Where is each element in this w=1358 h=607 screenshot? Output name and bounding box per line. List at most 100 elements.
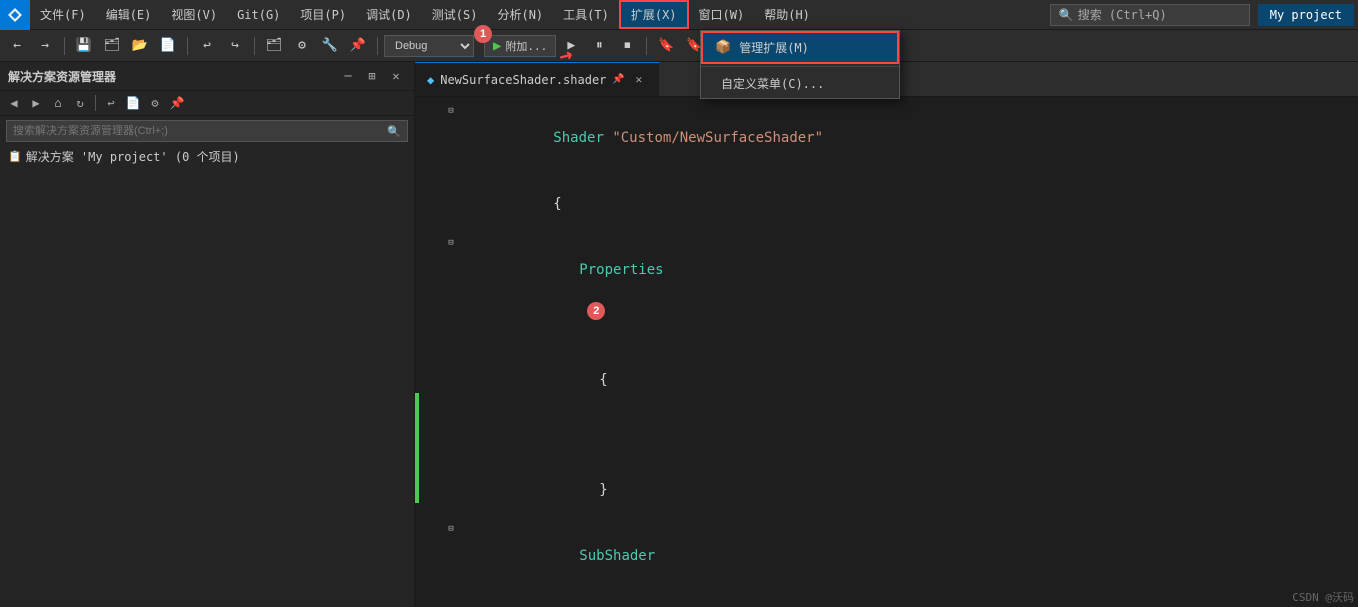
code-line-3: ⊟ Properties 2 — [415, 237, 1358, 347]
fold-btn-1[interactable]: ⊟ — [445, 105, 457, 117]
git-button[interactable]: ⚙ — [289, 34, 315, 58]
sidebar-item-solution[interactable]: 📋 解决方案 'My project' (0 个项目) — [0, 146, 414, 167]
menu-help[interactable]: 帮助(H) — [754, 0, 820, 29]
sidebar-close-button[interactable]: ✕ — [386, 66, 406, 86]
sidebar-pin2-btn[interactable]: 📌 — [167, 93, 187, 113]
sidebar-search-input[interactable] — [13, 125, 387, 137]
sidebar-toolbar: ◀ ▶ ⌂ ↻ ↩ 📄 ⚙ 📌 — [0, 91, 414, 116]
menu-tools[interactable]: 工具(T) — [553, 0, 619, 29]
editor-area: ◆ NewSurfaceShader.shader 📌 ✕ ⊟ Shader "… — [415, 62, 1358, 607]
sidebar-back-btn[interactable]: ◀ — [4, 93, 24, 113]
dropdown-manage-extensions[interactable]: 📦 管理扩展(M) — [701, 31, 899, 64]
run-icon: ▶ — [493, 38, 501, 54]
title-right: 🔍 搜索 (Ctrl+Q) My project — [1050, 4, 1358, 26]
menu-bar: 文件(F) 编辑(E) 视图(V) Git(G) 项目(P) 调试(D) 测试(… — [30, 0, 1050, 29]
code-line-2: { — [415, 171, 1358, 237]
dropdown-sep — [701, 66, 899, 67]
change-indicator — [415, 393, 419, 503]
sidebar-header-icons: ─ ⊞ ✕ — [338, 66, 406, 86]
code-line-5 — [415, 413, 1358, 435]
sidebar-home-btn[interactable]: ⌂ — [48, 93, 68, 113]
menu-window[interactable]: 窗口(W) — [689, 0, 755, 29]
search-placeholder-text: 搜索 (Ctrl+Q) — [1078, 6, 1167, 23]
tab-shader[interactable]: ◆ NewSurfaceShader.shader 📌 ✕ — [415, 62, 660, 96]
sidebar-undo-btn[interactable]: ↩ — [101, 93, 121, 113]
sidebar-item-label: 解决方案 'My project' (0 个项目) — [26, 148, 240, 165]
dropdown-customize-menu[interactable]: 自定义菜单(C)... — [701, 69, 899, 98]
code-line-9: { — [415, 589, 1358, 607]
sidebar: 解决方案资源管理器 ─ ⊞ ✕ ◀ ▶ ⌂ ↻ ↩ 📄 ⚙ 📌 🔍 📋 — [0, 62, 415, 607]
menu-project[interactable]: 项目(P) — [290, 0, 356, 29]
fold-btn-8[interactable]: ⊟ — [445, 523, 457, 535]
code-content-3: Properties 2 — [465, 237, 1358, 347]
save-all-button[interactable]: 🗂 — [99, 34, 125, 58]
forward-button[interactable]: → — [32, 34, 58, 58]
toolbar: ← → 💾 🗂 📂 📄 ↩ ↪ 🗂 ⚙ 🔧 📌 Debug Release ▶ … — [0, 30, 1358, 62]
badge-2: 2 — [587, 302, 605, 320]
sidebar-search-icon: 🔍 — [387, 125, 401, 138]
sidebar-title: 解决方案资源管理器 — [8, 68, 116, 85]
code-content-8: SubShader — [465, 523, 1358, 589]
new-file-button[interactable]: 📄 — [155, 34, 181, 58]
code-content-2: { — [465, 171, 1358, 237]
back-button[interactable]: ← — [4, 34, 30, 58]
undo-button[interactable]: ↩ — [194, 34, 220, 58]
menu-analyze[interactable]: 分析(N) — [487, 0, 553, 29]
config-dropdown[interactable]: Debug Release — [384, 35, 474, 57]
menu-edit[interactable]: 编辑(E) — [96, 0, 162, 29]
customize-label: 自定义菜单(C)... — [721, 75, 824, 92]
save-button[interactable]: 💾 — [71, 34, 97, 58]
title-bar: 文件(F) 编辑(E) 视图(V) Git(G) 项目(P) 调试(D) 测试(… — [0, 0, 1358, 30]
line-gutter-8: ⊟ — [425, 523, 465, 535]
sidebar-new-btn[interactable]: 📄 — [123, 93, 143, 113]
settings-button[interactable]: 🔧 — [317, 34, 343, 58]
sidebar-search-box[interactable]: 🔍 — [6, 120, 408, 142]
tab-pin-icon: 📌 — [612, 74, 624, 85]
separator-2 — [187, 37, 188, 55]
global-search-box[interactable]: 🔍 搜索 (Ctrl+Q) — [1050, 4, 1250, 26]
open-button[interactable]: 📂 — [127, 34, 153, 58]
manage-ext-icon: 📦 — [715, 40, 731, 55]
watermark: CSDN @沃码 — [1292, 589, 1354, 605]
main-layout: 解决方案资源管理器 ─ ⊞ ✕ ◀ ▶ ⌂ ↻ ↩ 📄 ⚙ 📌 🔍 📋 — [0, 62, 1358, 607]
separator-3 — [254, 37, 255, 55]
sidebar-pin-button[interactable]: ─ — [338, 66, 358, 86]
separator-1 — [64, 37, 65, 55]
sidebar-header: 解决方案资源管理器 ─ ⊞ ✕ — [0, 62, 414, 91]
menu-view[interactable]: 视图(V) — [161, 0, 227, 29]
toolbar-bookmark-1[interactable]: 🔖 — [653, 34, 679, 58]
code-editor[interactable]: ⊟ Shader "Custom/NewSurfaceShader" { ⊟ — [415, 97, 1358, 607]
code-content-9: { — [465, 589, 1358, 607]
run-attach-button[interactable]: ▶ 附加... — [484, 35, 556, 57]
code-content-4: { — [465, 347, 1358, 413]
manage-ext-label: 管理扩展(M) — [739, 39, 809, 56]
toolbar-more-3[interactable]: ⏹ — [614, 34, 640, 58]
run-label: 附加... — [505, 38, 547, 54]
solution-explorer-button[interactable]: 🗂 — [261, 34, 287, 58]
menu-test[interactable]: 测试(S) — [422, 0, 488, 29]
separator-5 — [646, 37, 647, 55]
menu-extensions[interactable]: 扩展(X) — [619, 0, 689, 29]
menu-file[interactable]: 文件(F) — [30, 0, 96, 29]
sep — [95, 95, 96, 111]
search-icon: 🔍 — [1059, 8, 1074, 22]
badge-1: 1 — [474, 25, 492, 43]
toolbar-more-2[interactable]: ⏸ — [586, 34, 612, 58]
pin-button[interactable]: 📌 — [345, 34, 371, 58]
tab-close-button[interactable]: ✕ — [631, 72, 647, 88]
code-line-4: { — [415, 347, 1358, 413]
fold-btn-3[interactable]: ⊟ — [445, 237, 457, 249]
menu-debug[interactable]: 调试(D) — [356, 0, 422, 29]
sidebar-refresh-btn[interactable]: ↻ — [70, 93, 90, 113]
sidebar-dock-button[interactable]: ⊞ — [362, 66, 382, 86]
code-content-7: } — [465, 457, 1358, 523]
menu-git[interactable]: Git(G) — [227, 0, 290, 29]
tab-icon: ◆ — [427, 73, 434, 87]
redo-button[interactable]: ↪ — [222, 34, 248, 58]
project-button[interactable]: My project — [1258, 4, 1354, 26]
sidebar-settings-btn[interactable]: ⚙ — [145, 93, 165, 113]
code-line-8: ⊟ SubShader — [415, 523, 1358, 589]
separator-4 — [377, 37, 378, 55]
solution-icon: 📋 — [8, 150, 22, 163]
sidebar-forward-btn[interactable]: ▶ — [26, 93, 46, 113]
